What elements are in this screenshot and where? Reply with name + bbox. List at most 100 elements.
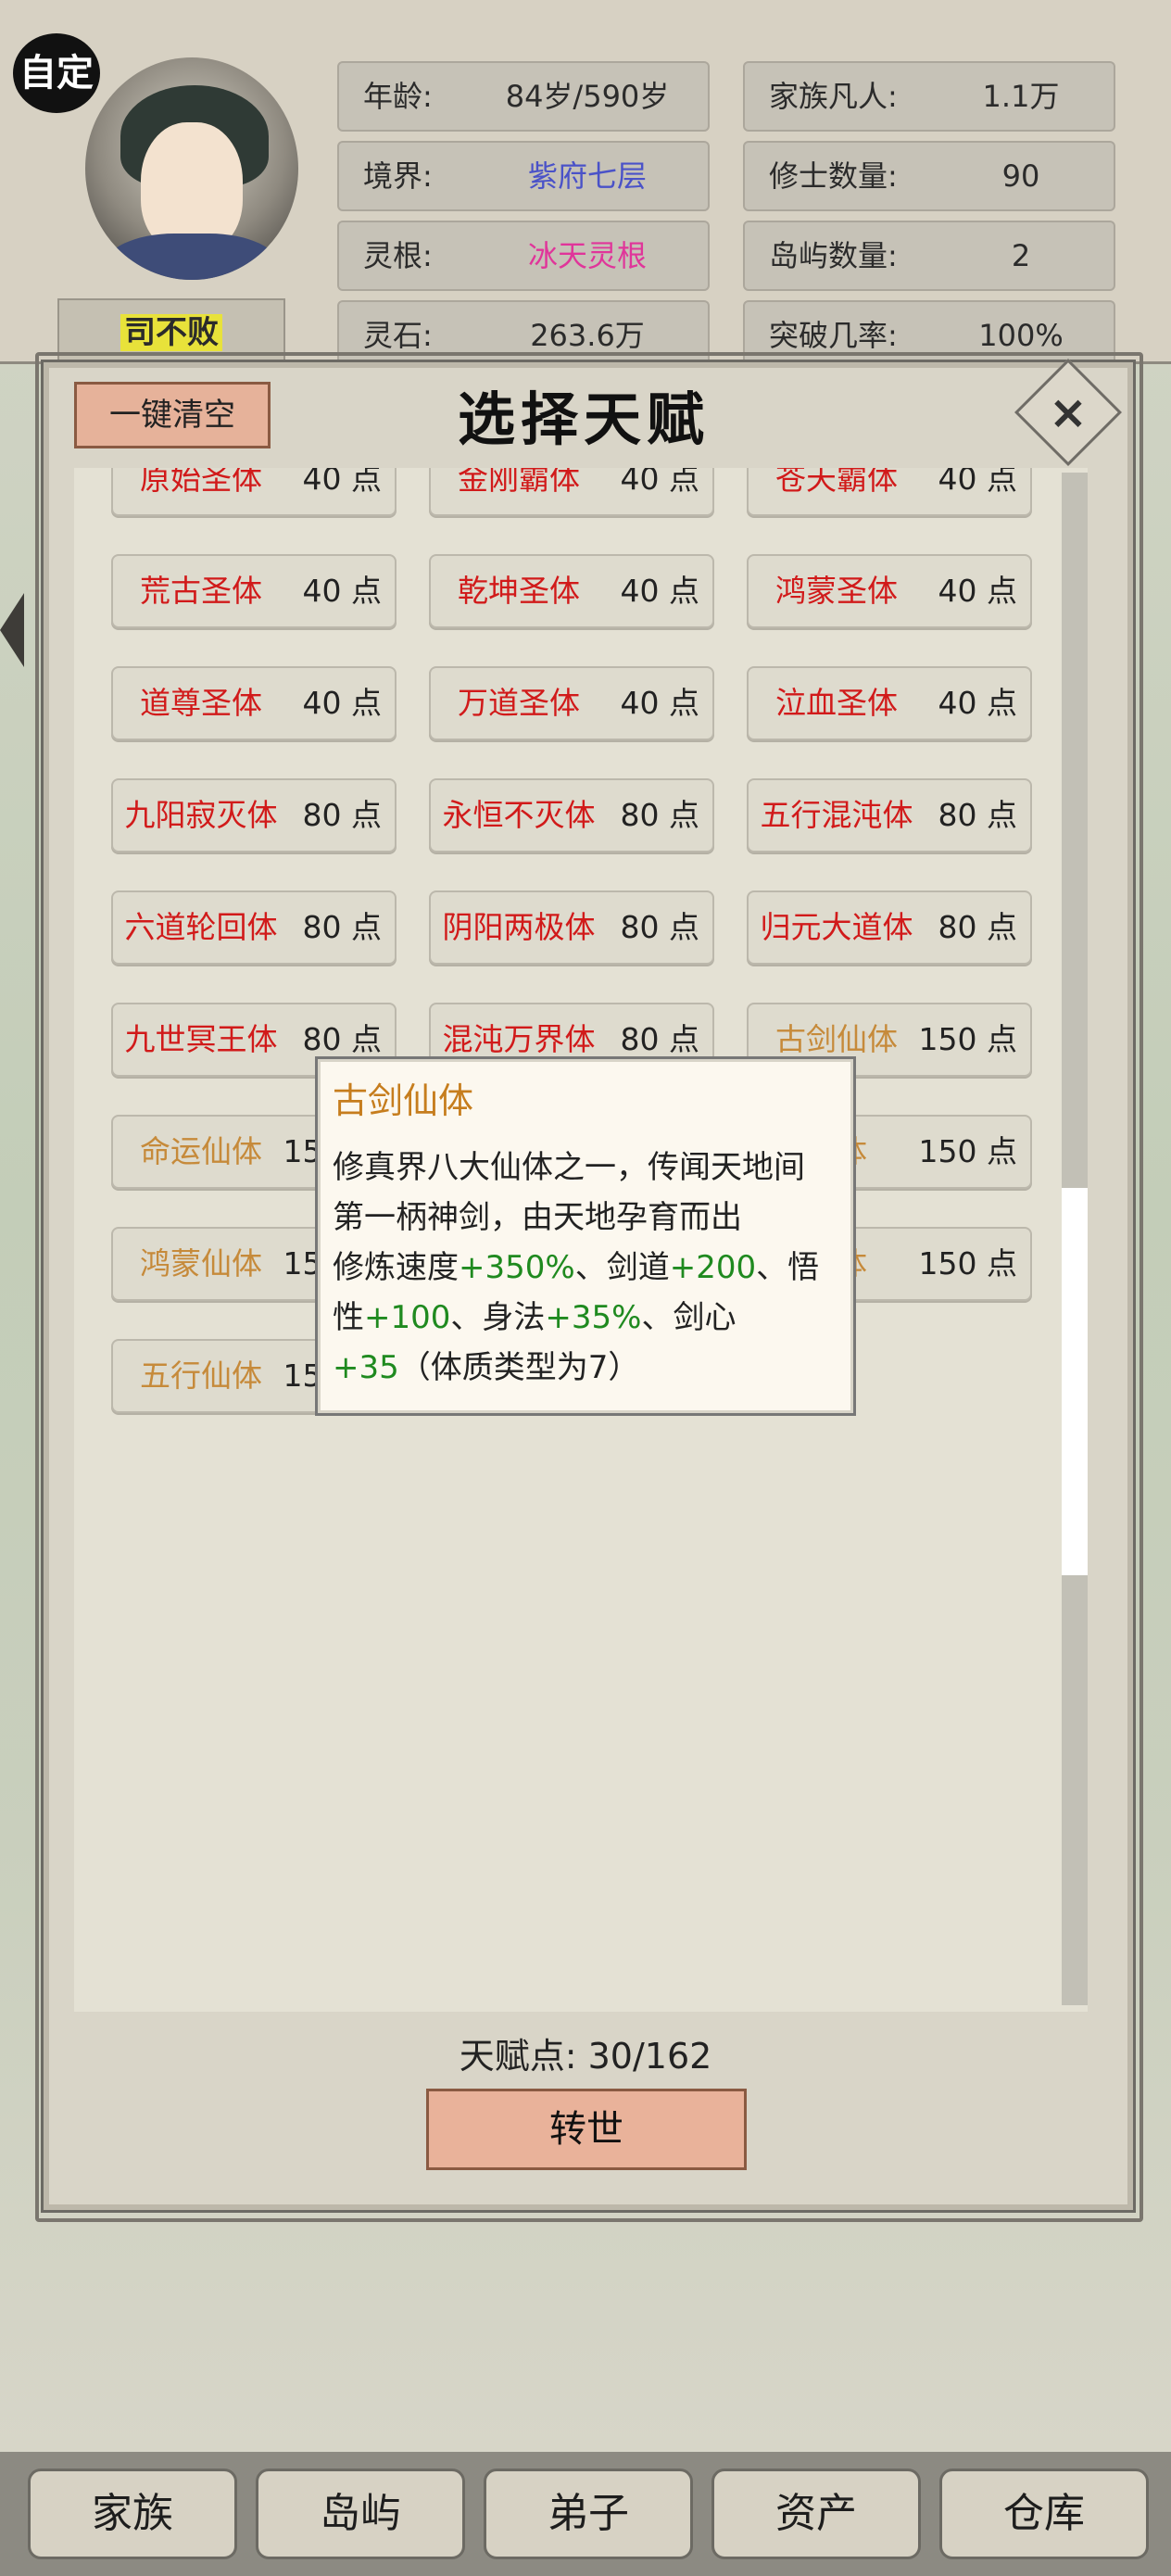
stat-value: 84岁/590岁 [505, 79, 670, 114]
tooltip-line: 第一柄神剑，由天地孕育而出 [333, 1199, 742, 1236]
talent-cost: 40 点 [302, 685, 382, 721]
stat-label: 灵根: [363, 238, 433, 273]
talent-cost: 80 点 [938, 797, 1017, 833]
tab-disciples[interactable]: 弟子 [484, 2469, 693, 2559]
talent-name: 命运仙体 [140, 1133, 262, 1169]
stat-realm: 境界: 紫府七层 [337, 141, 710, 211]
talent-cell[interactable]: 荒古圣体 40 点 [111, 554, 397, 628]
talent-cell[interactable]: 六道轮回体 80 点 [111, 890, 397, 965]
talent-cost: 40 点 [938, 468, 1017, 497]
stat-cultivators: 修士数量: 90 [743, 141, 1115, 211]
talent-name: 万道圣体 [458, 685, 580, 721]
avatar-face [141, 122, 243, 252]
stat-value: 2 [1011, 238, 1031, 273]
dialog-title: 选择天赋 [457, 385, 710, 453]
talent-cell[interactable]: 五行混沌体 80 点 [747, 778, 1032, 852]
tooltip-title: 古剑仙体 [333, 1080, 474, 1121]
talent-name: 永恒不灭体 [442, 797, 596, 833]
effect-value: +35 [333, 1349, 399, 1386]
stat-label: 修士数量: [769, 158, 898, 194]
talent-name: 阴阳两极体 [442, 909, 596, 945]
tab-warehouse[interactable]: 仓库 [939, 2469, 1149, 2559]
tooltip-description: 修真界八大仙体之一，传闻天地间 第一柄神剑，由天地孕育而出 修炼速度+350%、… [333, 1143, 842, 1393]
talent-cell[interactable]: 阴阳两极体 80 点 [429, 890, 714, 965]
talent-name: 道尊圣体 [140, 685, 262, 721]
talent-cost: 80 点 [620, 909, 699, 945]
talent-cost: 150 点 [918, 1021, 1017, 1057]
tooltip-effects: 修炼速度+350%、剑道+200、悟 [333, 1243, 842, 1293]
stat-spirit-root: 灵根: 冰天灵根 [337, 221, 710, 291]
talent-cell[interactable]: 原始圣体 40 点 [111, 468, 397, 516]
talent-cost: 40 点 [620, 685, 699, 721]
rebirth-button[interactable]: 转世 [426, 2089, 747, 2170]
stat-label: 境界: [363, 158, 433, 194]
character-avatar[interactable] [85, 57, 298, 280]
effect-label: 、悟 [756, 1249, 820, 1286]
stat-label: 家族凡人: [769, 79, 898, 114]
talent-points-label: 天赋点: [459, 2036, 577, 2077]
stat-age: 年龄: 84岁/590岁 [337, 61, 710, 132]
character-header: 自定 司不败 年龄: 84岁/590岁 境界: 紫府七层 灵根: 冰天灵根 灵石… [0, 0, 1171, 371]
talent-name: 六道轮回体 [124, 909, 278, 945]
talent-cost: 40 点 [938, 573, 1017, 609]
scrollbar-thumb[interactable] [1062, 1188, 1088, 1575]
close-icon: × [1049, 385, 1088, 439]
stat-value: 90 [1001, 158, 1040, 194]
talent-cell[interactable]: 鸿蒙圣体 40 点 [747, 554, 1032, 628]
talent-name: 泣血圣体 [775, 685, 898, 721]
talent-cost: 40 点 [938, 685, 1017, 721]
effect-value: +200 [669, 1249, 757, 1286]
talent-cost: 150 点 [918, 1245, 1017, 1282]
talent-cell[interactable]: 九阳寂灭体 80 点 [111, 778, 397, 852]
talent-cell[interactable]: 乾坤圣体 40 点 [429, 554, 714, 628]
talent-cell[interactable]: 道尊圣体 40 点 [111, 666, 397, 740]
type-note: （体质类型为7） [398, 1349, 640, 1386]
talent-name: 苍天霸体 [775, 468, 898, 497]
talent-cost: 40 点 [620, 573, 699, 609]
talent-name: 乾坤圣体 [458, 573, 580, 609]
talent-name: 五行仙体 [140, 1357, 262, 1394]
talent-cell[interactable]: 归元大道体 80 点 [747, 890, 1032, 965]
character-name-text: 司不败 [120, 314, 222, 351]
avatar-robe [104, 234, 280, 280]
effect-label: 修炼速度 [333, 1249, 459, 1286]
talent-name: 鸿蒙仙体 [140, 1245, 262, 1282]
stat-value: 紫府七层 [527, 158, 647, 194]
effect-label: 、身法 [450, 1299, 546, 1336]
stat-label: 年龄: [363, 79, 433, 114]
tab-family[interactable]: 家族 [28, 2469, 237, 2559]
talent-cost: 80 点 [302, 909, 382, 945]
talent-cost: 80 点 [938, 909, 1017, 945]
tooltip-effects: +35（体质类型为7） [333, 1343, 842, 1393]
effect-label: 性 [333, 1299, 364, 1336]
talent-cost: 80 点 [620, 797, 699, 833]
talent-cost: 150 点 [918, 1133, 1017, 1169]
tab-assets[interactable]: 资产 [711, 2469, 921, 2559]
talent-cell[interactable]: 泣血圣体 40 点 [747, 666, 1032, 740]
tooltip-effects: 性+100、身法+35%、剑心 [333, 1293, 842, 1343]
custom-tag[interactable]: 自定 [13, 33, 100, 113]
talent-cost: 40 点 [302, 573, 382, 609]
stat-mortals: 家族凡人: 1.1万 [743, 61, 1115, 132]
talent-name: 五行混沌体 [760, 797, 913, 833]
effect-value: +35% [545, 1299, 642, 1336]
tab-islands[interactable]: 岛屿 [256, 2469, 465, 2559]
talent-name: 归元大道体 [760, 909, 913, 945]
stat-label: 岛屿数量: [769, 238, 898, 273]
talent-cost: 40 点 [620, 468, 699, 497]
stat-value: 冰天灵根 [527, 238, 647, 273]
talent-tooltip: 古剑仙体 修真界八大仙体之一，传闻天地间 第一柄神剑，由天地孕育而出 修炼速度+… [315, 1056, 856, 1416]
effect-value: +100 [364, 1299, 451, 1336]
talent-cell[interactable]: 永恒不灭体 80 点 [429, 778, 714, 852]
talent-points-value: 30/162 [587, 2036, 712, 2077]
talent-points: 天赋点: 30/162 [0, 2027, 1171, 2078]
talent-cell[interactable]: 金刚霸体 40 点 [429, 468, 714, 516]
clear-all-button[interactable]: 一键清空 [74, 382, 271, 448]
talent-cell[interactable]: 万道圣体 40 点 [429, 666, 714, 740]
effect-label: 、剑心 [641, 1299, 737, 1336]
talent-cell[interactable]: 苍天霸体 40 点 [747, 468, 1032, 516]
talent-name: 鸿蒙圣体 [775, 573, 898, 609]
talent-name: 九阳寂灭体 [124, 797, 278, 833]
talent-name: 原始圣体 [140, 468, 262, 497]
talent-name: 九世冥王体 [124, 1021, 278, 1057]
